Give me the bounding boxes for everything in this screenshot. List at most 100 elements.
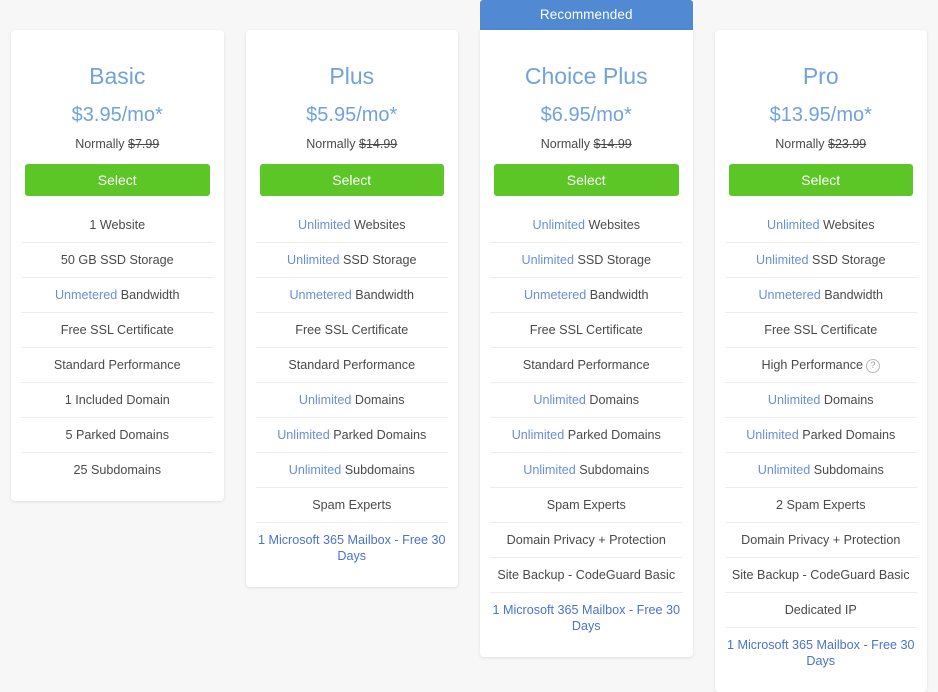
feature-text: 1 Microsoft 365 Mailbox - Free 30 Days (492, 603, 680, 633)
feature-row: Unlimited Parked Domains (256, 418, 449, 453)
plan-column-basic: Basic$3.95/mo*Normally $7.99Select1 Webs… (0, 0, 235, 501)
normally-label: Normally (306, 137, 355, 151)
feature-row: Spam Experts (490, 488, 683, 523)
feature-row: Standard Performance (490, 348, 683, 383)
feature-text: Standard Performance (54, 358, 181, 372)
feature-highlight: Unlimited (756, 253, 809, 267)
pricing-plans-container: Basic$3.95/mo*Normally $7.99Select1 Webs… (0, 0, 938, 634)
select-button-pro[interactable]: Select (729, 164, 914, 196)
normally-label: Normally (541, 137, 590, 151)
feature-list: Unlimited WebsitesUnlimited SSD StorageU… (490, 208, 683, 643)
plan-card-pro: Pro$13.95/mo*Normally $23.99SelectUnlimi… (715, 30, 928, 692)
feature-row: Spam Experts (256, 488, 449, 523)
feature-highlight: Unlimited (767, 218, 820, 232)
select-button-wrapper: Select (715, 164, 928, 196)
feature-row: Free SSL Certificate (725, 313, 918, 348)
plan-normally-price: Normally $14.99 (246, 137, 459, 152)
feature-row: Unmetered Bandwidth (21, 278, 214, 313)
feature-highlight: Unlimited (758, 463, 811, 477)
feature-text: Free SSL Certificate (764, 323, 877, 337)
feature-row: Unlimited Parked Domains (490, 418, 683, 453)
feature-text: Domains (820, 393, 873, 407)
feature-text: Spam Experts (312, 498, 391, 512)
banner-spacer (715, 0, 928, 30)
feature-highlight: Unmetered (55, 288, 117, 302)
feature-highlight: Unlimited (298, 218, 351, 232)
feature-row: Unlimited Subdomains (256, 453, 449, 488)
select-button-wrapper: Select (480, 164, 693, 196)
feature-row: 5 Parked Domains (21, 418, 214, 453)
plan-column-plus: Plus$5.95/mo*Normally $14.99SelectUnlimi… (235, 0, 470, 587)
plan-card-plus: Plus$5.95/mo*Normally $14.99SelectUnlimi… (246, 30, 459, 587)
feature-text: 2 Spam Experts (776, 498, 866, 512)
feature-list: Unlimited WebsitesUnlimited SSD StorageU… (725, 208, 918, 678)
select-button-wrapper: Select (246, 164, 459, 196)
feature-text: Bandwidth (117, 288, 179, 302)
feature-text: Subdomains (341, 463, 415, 477)
banner-spacer (11, 0, 224, 30)
feature-text: Spam Experts (547, 498, 626, 512)
feature-list: Unlimited WebsitesUnlimited SSD StorageU… (256, 208, 449, 573)
info-question-icon[interactable]: ? (866, 359, 880, 373)
feature-row: Unlimited Websites (725, 208, 918, 243)
feature-text: 50 GB SSD Storage (61, 253, 174, 267)
feature-text: Subdomains (576, 463, 650, 477)
plan-normally-price: Normally $7.99 (11, 137, 224, 152)
feature-highlight: Unlimited (523, 463, 576, 477)
feature-row: Unlimited SSD Storage (725, 243, 918, 278)
feature-text: 1 Included Domain (65, 393, 170, 407)
feature-row: Free SSL Certificate (21, 313, 214, 348)
select-button-basic[interactable]: Select (25, 164, 210, 196)
recommended-banner: Recommended (480, 0, 693, 30)
normally-strikethrough-price: $7.99 (128, 137, 159, 151)
feature-highlight: Unlimited (512, 428, 565, 442)
feature-row: Dedicated IP (725, 593, 918, 628)
plan-column-choice-plus: RecommendedChoice Plus$6.95/mo*Normally … (469, 0, 704, 657)
feature-row: Free SSL Certificate (490, 313, 683, 348)
plan-normally-price: Normally $23.99 (715, 137, 928, 152)
feature-text: Standard Performance (523, 358, 650, 372)
feature-row: Domain Privacy + Protection (490, 523, 683, 558)
feature-text: Free SSL Certificate (61, 323, 174, 337)
feature-text: Domains (351, 393, 404, 407)
plan-column-pro: Pro$13.95/mo*Normally $23.99SelectUnlimi… (704, 0, 938, 692)
feature-text: Websites (350, 218, 405, 232)
feature-text: Domain Privacy + Protection (741, 533, 900, 547)
normally-label: Normally (775, 137, 824, 151)
feature-text: Websites (819, 218, 874, 232)
feature-text: Dedicated IP (785, 603, 857, 617)
select-button-plus[interactable]: Select (260, 164, 445, 196)
feature-row: Unlimited Subdomains (490, 453, 683, 488)
feature-row: Unlimited Domains (256, 383, 449, 418)
feature-row: Unmetered Bandwidth (490, 278, 683, 313)
feature-text: Free SSL Certificate (295, 323, 408, 337)
feature-text: Domain Privacy + Protection (507, 533, 666, 547)
feature-text: Parked Domains (564, 428, 661, 442)
feature-text: Domains (586, 393, 639, 407)
feature-text: Site Backup - CodeGuard Basic (732, 568, 910, 582)
feature-text: 25 Subdomains (73, 463, 161, 477)
feature-row: Unlimited Domains (725, 383, 918, 418)
feature-row[interactable]: 1 Microsoft 365 Mailbox - Free 30 Days (256, 523, 449, 573)
feature-text: Parked Domains (799, 428, 896, 442)
feature-row: Unlimited Websites (256, 208, 449, 243)
normally-strikethrough-price: $14.99 (359, 137, 397, 151)
feature-text: Websites (585, 218, 640, 232)
feature-row: High Performance? (725, 348, 918, 383)
feature-row: Unlimited Websites (490, 208, 683, 243)
plan-price: $13.95/mo* (715, 104, 928, 127)
feature-row[interactable]: 1 Microsoft 365 Mailbox - Free 30 Days (490, 593, 683, 643)
select-button-choice-plus[interactable]: Select (494, 164, 679, 196)
feature-row: 1 Website (21, 208, 214, 243)
feature-highlight: Unmetered (524, 288, 586, 302)
feature-row[interactable]: 1 Microsoft 365 Mailbox - Free 30 Days (725, 628, 918, 678)
feature-text: 1 Microsoft 365 Mailbox - Free 30 Days (258, 533, 446, 563)
plan-name: Basic (11, 63, 224, 89)
feature-highlight: Unlimited (533, 393, 586, 407)
feature-row: Free SSL Certificate (256, 313, 449, 348)
feature-highlight: Unlimited (299, 393, 352, 407)
feature-row: 1 Included Domain (21, 383, 214, 418)
feature-row: Unlimited Domains (490, 383, 683, 418)
feature-row: 50 GB SSD Storage (21, 243, 214, 278)
feature-text: Standard Performance (288, 358, 415, 372)
